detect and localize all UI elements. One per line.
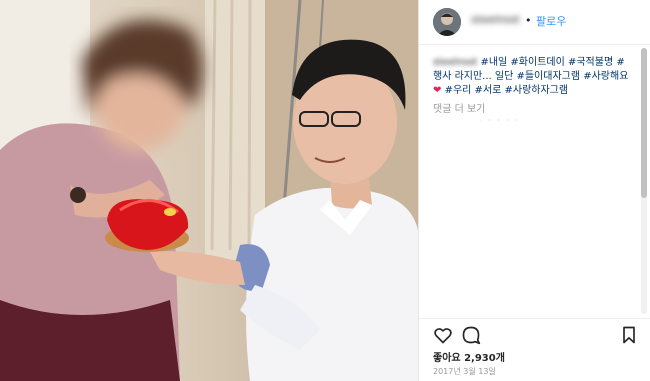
view-more-comments-link[interactable]: 댓글 더 보기	[433, 100, 485, 115]
action-bar	[419, 318, 650, 349]
header-separator: •	[525, 14, 532, 27]
comments-loading-indicator: · · · · ·	[479, 116, 520, 125]
bookmark-icon[interactable]	[619, 325, 639, 345]
avatar-image	[433, 8, 461, 36]
post-photo[interactable]	[0, 0, 418, 381]
post-date: 2017년 3월 13일	[433, 367, 496, 376]
caption-text-2[interactable]: #우리 #서로 #사랑하자그램	[445, 85, 569, 96]
post-header: steelroot • 팔로우	[419, 0, 650, 45]
follow-button[interactable]: 팔로우	[536, 13, 566, 29]
heart-emoji: ❤	[433, 85, 442, 96]
photo-illustration	[0, 0, 418, 381]
caption-username[interactable]: steelroot	[433, 57, 477, 68]
instagram-post: steelroot • 팔로우 steelroot #내일 #화이트데이 #국적…	[0, 0, 650, 381]
post-sidebar: steelroot • 팔로우 steelroot #내일 #화이트데이 #국적…	[418, 0, 650, 381]
header-username[interactable]: steelroot	[471, 13, 520, 27]
comment-icon[interactable]	[461, 325, 481, 345]
likes-count[interactable]: 좋아요 2,930개	[433, 349, 505, 364]
scrollbar-thumb[interactable]	[641, 48, 647, 198]
heart-icon[interactable]	[433, 325, 453, 345]
comments-scrollbar[interactable]	[641, 48, 647, 314]
post-caption: steelroot #내일 #화이트데이 #국적불명 #행사 라지만... 일단…	[433, 56, 629, 98]
avatar[interactable]	[433, 8, 461, 36]
